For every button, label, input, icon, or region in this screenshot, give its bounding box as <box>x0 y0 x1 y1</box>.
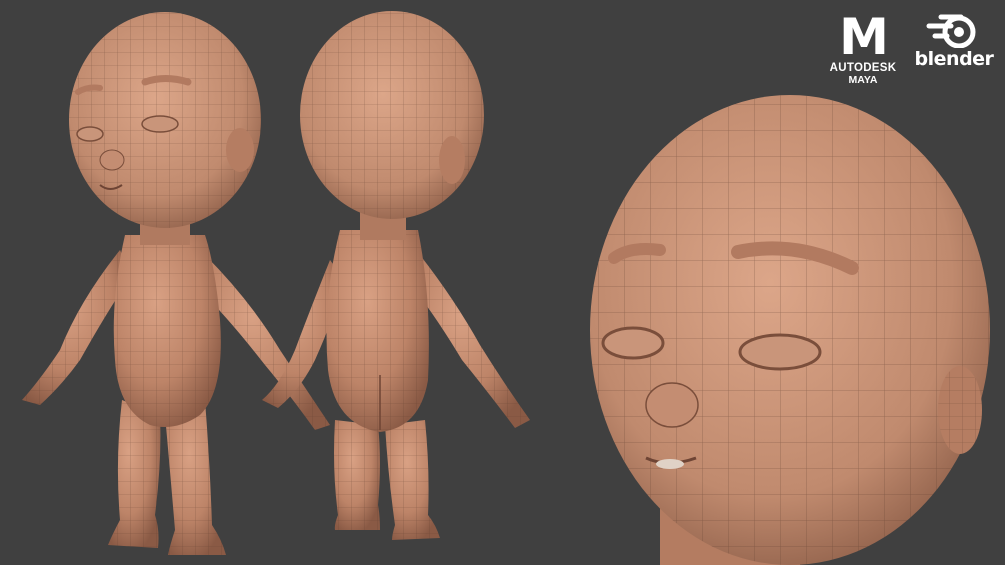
baby-back-view <box>262 11 530 540</box>
maya-line1: AUTODESK <box>829 62 897 74</box>
autodesk-maya-logo: M AUTODESK MAYA <box>828 12 898 86</box>
baby-head-closeup <box>590 95 990 565</box>
maya-mark: M <box>839 8 889 66</box>
blender-wordmark: blender <box>914 48 994 70</box>
baby-front-view <box>22 12 330 555</box>
blender-logo: blender <box>910 12 998 70</box>
maya-line2: MAYA <box>848 74 878 86</box>
render-viewport: M AUTODESK MAYA blender <box>0 0 1005 565</box>
blender-icon <box>926 14 976 48</box>
